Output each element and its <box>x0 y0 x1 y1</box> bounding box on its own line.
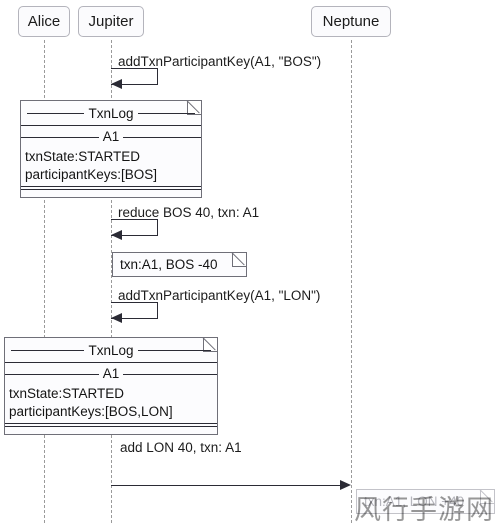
note-txnlog-1: TxnLog A1 txnState:STARTED participantKe… <box>20 100 202 198</box>
message-label-2: reduce BOS 40, txn: A1 <box>118 205 260 220</box>
note-text: txn:A1, BOS -40 <box>120 257 218 272</box>
note-slot-label: A1 <box>98 366 124 381</box>
note-slot-2: A1 <box>5 363 217 384</box>
message-label-4: add LON 40, txn: A1 <box>120 440 242 455</box>
note-header-1: TxnLog <box>21 101 201 125</box>
note-header-2: TxnLog <box>5 338 217 362</box>
arrowhead-2 <box>111 230 122 240</box>
lifeline-neptune <box>351 40 352 523</box>
note-slot-1: A1 <box>21 126 201 147</box>
note-attributes-1: txnState:STARTED participantKeys:[BOS] <box>21 147 201 186</box>
note-attribute: participantKeys:[BOS,LON] <box>9 404 173 419</box>
note-fold-icon <box>480 490 494 504</box>
note-fold-icon <box>232 253 246 267</box>
note-attribute: txnState:STARTED <box>25 149 141 164</box>
message-label-1: addTxnParticipantKey(A1, "BOS") <box>118 54 322 69</box>
note-attribute: txnState:STARTED <box>9 386 125 401</box>
message-line-4 <box>111 485 342 486</box>
note-attributes-2: txnState:STARTED participantKeys:[BOS,LO… <box>5 384 217 423</box>
note-footer <box>21 186 201 197</box>
note-footer <box>5 423 217 434</box>
message-label-3: addTxnParticipantKey(A1, "LON") <box>118 288 321 303</box>
participant-jupiter[interactable]: Jupiter <box>78 6 144 37</box>
note-slot-label: A1 <box>98 129 124 144</box>
note-txnlog-2: TxnLog A1 txnState:STARTED participantKe… <box>4 337 218 435</box>
arrowhead-3 <box>111 313 122 323</box>
participant-neptune[interactable]: Neptune <box>311 6 391 37</box>
note-txn-bos: txn:A1, BOS -40 <box>112 252 247 277</box>
arrowhead-1 <box>111 79 122 89</box>
sequence-diagram-canvas: Alice Jupiter Neptune addTxnParticipantK… <box>0 0 500 523</box>
note-header-label: TxnLog <box>84 342 138 358</box>
note-header-label: TxnLog <box>84 105 138 121</box>
arrowhead-4 <box>340 480 351 490</box>
participant-alice[interactable]: Alice <box>18 6 70 37</box>
note-text: txn:A1, LON +40 <box>364 494 465 509</box>
note-attribute: participantKeys:[BOS] <box>25 167 158 182</box>
note-txn-lon: txn:A1, LON +40 <box>356 489 495 514</box>
